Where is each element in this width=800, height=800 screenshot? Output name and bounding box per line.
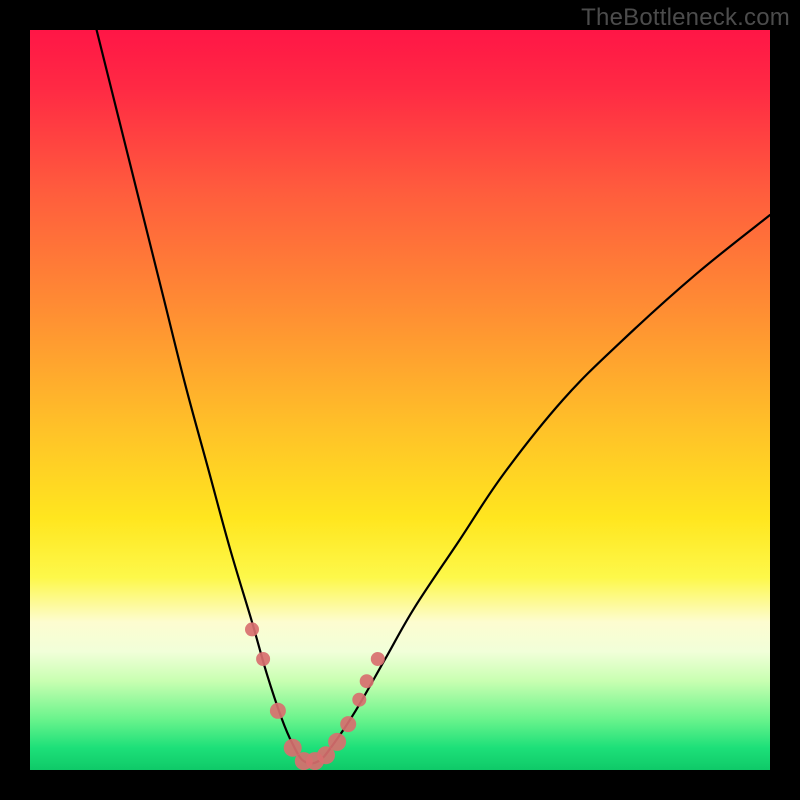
trough-marker bbox=[352, 693, 366, 707]
bottleneck-curve bbox=[97, 30, 770, 763]
trough-marker bbox=[328, 733, 346, 751]
trough-marker bbox=[256, 652, 270, 666]
plot-area bbox=[30, 30, 770, 770]
trough-marker bbox=[340, 716, 356, 732]
watermark-text: TheBottleneck.com bbox=[581, 4, 790, 32]
trough-markers bbox=[245, 622, 385, 770]
trough-marker bbox=[270, 703, 286, 719]
trough-marker bbox=[245, 622, 259, 636]
chart-svg bbox=[30, 30, 770, 770]
trough-marker bbox=[371, 652, 385, 666]
outer-frame: TheBottleneck.com bbox=[0, 0, 800, 800]
trough-marker bbox=[360, 674, 374, 688]
